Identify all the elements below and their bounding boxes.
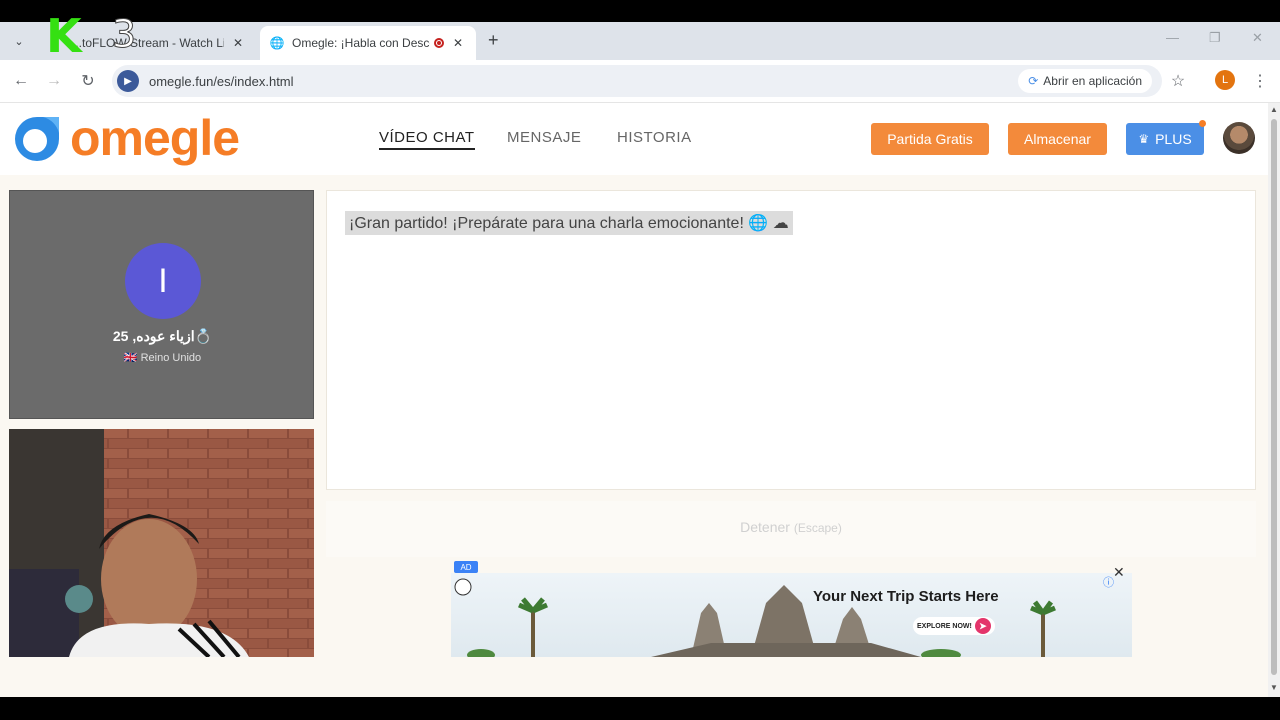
stranger-avatar: I bbox=[125, 243, 201, 319]
web-page: omegle VÍDEO CHAT MENSAJE HISTORIA Parti… bbox=[0, 103, 1268, 697]
watermark-3: 3 bbox=[111, 12, 137, 57]
tab-omegle[interactable]: 🌐 Omegle: ¡Habla con Descon ✕ bbox=[260, 26, 476, 60]
back-icon[interactable]: ← bbox=[9, 69, 33, 93]
plus-label: PLUS bbox=[1155, 131, 1192, 147]
ad-headline: Your Next Trip Starts Here bbox=[813, 588, 999, 605]
open-in-app-label: Abrir en aplicación bbox=[1043, 74, 1142, 88]
scroll-thumb[interactable] bbox=[1271, 119, 1277, 675]
recording-icon bbox=[434, 38, 444, 48]
nav-video-chat[interactable]: VÍDEO CHAT bbox=[379, 129, 475, 150]
chat-message: ¡Gran partido! ¡Prepárate para una charl… bbox=[345, 211, 793, 235]
stranger-name: ازياء عوده, 25💍 bbox=[10, 328, 315, 345]
country-label: Reino Unido bbox=[140, 352, 202, 364]
send-arrow-icon: ➤ bbox=[974, 618, 991, 634]
app-icon: ⟳ bbox=[1028, 74, 1039, 88]
omegle-logo-icon[interactable] bbox=[9, 113, 65, 167]
chat-input-bar: Detener (Escape) bbox=[326, 501, 1256, 557]
forward-icon[interactable]: → bbox=[42, 69, 66, 93]
open-in-app-button[interactable]: ⟳ Abrir en aplicación bbox=[1018, 69, 1152, 93]
ad-badge: AD bbox=[454, 561, 478, 573]
nav-mensaje[interactable]: MENSAJE bbox=[507, 129, 581, 146]
watermark-k: K bbox=[46, 9, 82, 63]
tab-title: Omegle: ¡Habla con Descon bbox=[292, 36, 430, 50]
globe-icon: 🌐 bbox=[269, 36, 285, 50]
almacenar-button[interactable]: Almacenar bbox=[1008, 123, 1107, 155]
tab-strip: ⌄ ▪ ...toFLOW Stream - Watch Li ✕ 🌐 Omeg… bbox=[0, 22, 1280, 60]
bottom-black-bar bbox=[0, 697, 1280, 720]
new-tab-button[interactable]: + bbox=[488, 30, 499, 51]
self-video-feed bbox=[9, 429, 314, 657]
ad-cta-label: EXPLORE NOW! bbox=[917, 622, 972, 630]
site-info-icon[interactable]: ▶ bbox=[117, 70, 139, 92]
close-tab-icon[interactable]: ✕ bbox=[230, 35, 246, 51]
ad-close-icon[interactable]: ✕ bbox=[1113, 564, 1125, 581]
ad-temple-image bbox=[454, 578, 1056, 657]
channel-watermark: K 3 bbox=[46, 9, 146, 63]
close-tab-icon[interactable]: ✕ bbox=[450, 35, 466, 51]
restore-icon[interactable]: ❐ bbox=[1209, 30, 1221, 46]
url-text[interactable]: omegle.fun/es/index.html bbox=[149, 74, 294, 89]
bookmark-star-icon[interactable]: ☆ bbox=[1166, 69, 1190, 93]
address-bar[interactable]: ▶ omegle.fun/es/index.html ⟳ Abrir en ap… bbox=[112, 65, 1162, 97]
stranger-country: 🇬🇧 Reino Unido bbox=[10, 351, 315, 364]
plus-button[interactable]: ♛ PLUS bbox=[1126, 123, 1204, 155]
browser-toolbar: ← → ↻ ▶ omegle.fun/es/index.html ⟳ Abrir… bbox=[0, 60, 1280, 103]
chat-box: ¡Gran partido! ¡Prepárate para una charl… bbox=[326, 190, 1256, 490]
omegle-logo-text[interactable]: omegle bbox=[70, 109, 240, 167]
site-header: omegle VÍDEO CHAT MENSAJE HISTORIA Parti… bbox=[0, 103, 1268, 175]
uk-flag-icon: 🇬🇧 bbox=[123, 352, 138, 364]
stop-button[interactable]: Detener (Escape) bbox=[326, 519, 1256, 535]
webcam-image bbox=[9, 429, 314, 657]
top-black-bar bbox=[0, 0, 1280, 22]
user-avatar[interactable] bbox=[1223, 122, 1255, 154]
profile-avatar[interactable]: L bbox=[1215, 70, 1235, 90]
stranger-name-text: ازياء عوده, 25 bbox=[112, 328, 195, 344]
ad-banner[interactable]: Your Next Trip Starts Here EXPLORE NOW! … bbox=[451, 573, 1132, 657]
page-scrollbar[interactable]: ▲ ▼ bbox=[1268, 103, 1280, 697]
browser-menu-icon[interactable]: ⋮ bbox=[1248, 69, 1272, 93]
ad-explore-button[interactable]: EXPLORE NOW! ➤ bbox=[913, 617, 995, 635]
minimize-icon[interactable]: — bbox=[1166, 30, 1179, 45]
crown-icon: ♛ bbox=[1138, 132, 1150, 146]
reload-icon[interactable]: ↻ bbox=[76, 69, 100, 93]
scroll-down-icon[interactable]: ▼ bbox=[1270, 683, 1278, 692]
tab-search-button[interactable]: ⌄ bbox=[10, 32, 28, 50]
stranger-panel: I ازياء عوده, 25💍 🇬🇧 Reino Unido bbox=[9, 190, 314, 419]
stop-label: Detener bbox=[740, 519, 790, 535]
scroll-up-icon[interactable]: ▲ bbox=[1270, 105, 1278, 114]
notification-dot bbox=[1199, 120, 1206, 127]
window-close-icon[interactable]: ✕ bbox=[1252, 30, 1263, 46]
stop-shortcut: (Escape) bbox=[793, 521, 842, 535]
ring-icon: 💍 bbox=[194, 328, 213, 344]
partida-gratis-button[interactable]: Partida Gratis bbox=[871, 123, 989, 155]
nav-historia[interactable]: HISTORIA bbox=[617, 129, 692, 146]
